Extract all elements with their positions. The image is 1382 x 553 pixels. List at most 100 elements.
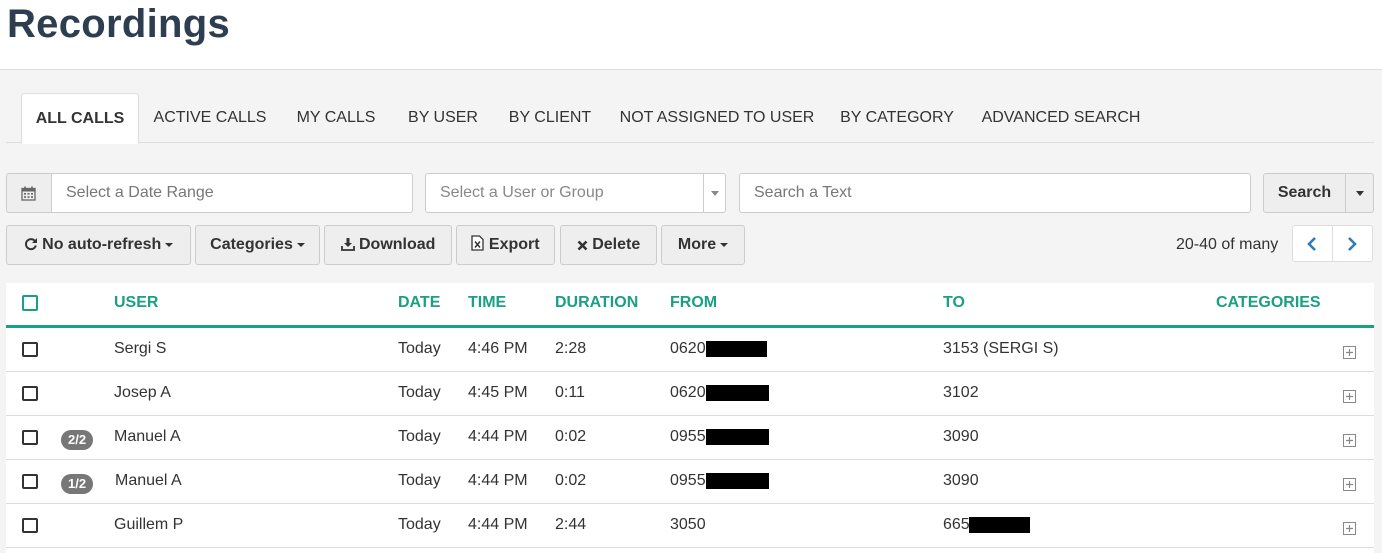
- date-range-input[interactable]: Select a Date Range: [51, 173, 413, 213]
- auto-refresh-button[interactable]: No auto-refresh: [6, 225, 191, 265]
- date-range-addon[interactable]: [6, 173, 51, 213]
- action-toolbar: No auto-refresh Categories Download Expo…: [0, 225, 1382, 265]
- column-header-date[interactable]: DATE: [398, 294, 440, 312]
- export-label: Export: [488, 236, 540, 253]
- time-cell: 4:44 PM: [468, 516, 528, 533]
- next-page-button[interactable]: [1332, 225, 1373, 262]
- from-cell: 0620: [670, 384, 706, 401]
- redaction-block: [706, 473, 769, 489]
- to-cell: 665: [943, 516, 970, 533]
- table-row[interactable]: Sergi S Today 4:46 PM 2:28 0620 3153 (SE…: [6, 328, 1374, 372]
- caret-down-icon: [165, 243, 174, 247]
- tab-bar: ALL CALLS ACTIVE CALLS MY CALLS BY USER …: [6, 93, 1374, 144]
- times-icon: [577, 240, 588, 251]
- tab-active-calls[interactable]: ACTIVE CALLS: [148, 93, 272, 143]
- from-cell: 0620: [670, 340, 706, 357]
- from-cell: 0955: [670, 428, 706, 445]
- date-cell: Today: [398, 516, 441, 533]
- from-cell: 3050: [670, 516, 706, 533]
- plus-square-icon[interactable]: [1343, 478, 1356, 491]
- column-header-duration[interactable]: DURATION: [555, 294, 638, 312]
- duration-cell: 2:44: [555, 516, 587, 533]
- duration-cell: 2:28: [555, 340, 587, 357]
- row-checkbox[interactable]: [22, 474, 38, 489]
- user-cell: Manuel A: [115, 472, 182, 489]
- caret-down-icon: [720, 243, 729, 247]
- user-cell: Manuel A: [114, 428, 181, 445]
- to-cell: 3090: [943, 428, 979, 445]
- tab-advanced-search[interactable]: ADVANCED SEARCH: [976, 93, 1146, 143]
- tab-by-category[interactable]: BY CATEGORY: [834, 93, 960, 143]
- table-row[interactable]: Josep A Today 4:45 PM 0:11 0620 3102: [6, 372, 1374, 416]
- date-cell: Today: [398, 340, 441, 357]
- tab-not-assigned-to-user[interactable]: NOT ASSIGNED TO USER: [616, 93, 818, 143]
- more-label: More: [677, 236, 717, 253]
- user-group-select[interactable]: Select a User or Group: [425, 173, 704, 213]
- segment-badge: 2/2: [61, 430, 94, 450]
- download-icon: [340, 238, 355, 251]
- plus-square-icon[interactable]: [1343, 522, 1356, 535]
- duration-cell: 0:11: [555, 384, 585, 401]
- column-header-user[interactable]: USER: [114, 294, 158, 312]
- table-header: USER DATE TIME DURATION FROM TO CATEGORI…: [6, 283, 1374, 328]
- delete-label: Delete: [592, 236, 641, 253]
- time-cell: 4:44 PM: [468, 472, 528, 489]
- download-button[interactable]: Download: [324, 225, 452, 265]
- to-cell: 3102: [943, 384, 979, 401]
- to-cell: 3153 (SERGI S): [943, 340, 1059, 357]
- column-header-to[interactable]: TO: [943, 294, 965, 312]
- caret-down-icon: [711, 191, 719, 196]
- tab-by-client[interactable]: BY CLIENT: [502, 93, 598, 143]
- row-checkbox[interactable]: [22, 342, 38, 357]
- table-row[interactable]: Guillem P Today 4:44 PM 2:44 3050 665: [6, 504, 1374, 548]
- tab-my-calls[interactable]: MY CALLS: [288, 93, 384, 143]
- search-text-input[interactable]: Search a Text: [739, 173, 1251, 213]
- caret-down-icon: [296, 243, 305, 247]
- previous-page-button[interactable]: [1292, 225, 1333, 262]
- row-checkbox[interactable]: [22, 430, 38, 445]
- column-header-categories[interactable]: CATEGORIES: [1216, 294, 1321, 312]
- recordings-table: USER DATE TIME DURATION FROM TO CATEGORI…: [6, 283, 1374, 553]
- from-cell: 0955: [670, 472, 706, 489]
- page-title: Recordings: [7, 2, 231, 46]
- user-cell: Sergi S: [114, 340, 167, 357]
- row-checkbox[interactable]: [22, 386, 38, 401]
- user-cell: Josep A: [114, 384, 171, 401]
- column-header-time[interactable]: TIME: [468, 294, 506, 312]
- time-cell: 4:46 PM: [468, 340, 528, 357]
- column-header-from[interactable]: FROM: [670, 294, 717, 312]
- date-cell: Today: [398, 384, 441, 401]
- search-options-dropdown[interactable]: [1345, 173, 1374, 213]
- auto-refresh-label: No auto-refresh: [42, 236, 162, 253]
- delete-button[interactable]: Delete: [560, 225, 657, 265]
- redaction-block: [706, 385, 769, 401]
- plus-square-icon[interactable]: [1343, 346, 1356, 359]
- main-content: ALL CALLS ACTIVE CALLS MY CALLS BY USER …: [0, 70, 1382, 553]
- redaction-block: [706, 429, 769, 445]
- user-select-dropdown-toggle[interactable]: [703, 173, 726, 213]
- segment-badge: 1/2: [61, 474, 94, 494]
- excel-file-icon: [471, 235, 485, 251]
- search-button[interactable]: Search: [1263, 173, 1346, 213]
- categories-label: Categories: [210, 236, 293, 253]
- select-all-checkbox[interactable]: [22, 295, 38, 311]
- table-row[interactable]: 2/2 Manuel A Today 4:44 PM 0:02 0955 309…: [6, 416, 1374, 460]
- time-cell: 4:45 PM: [468, 384, 528, 401]
- export-button[interactable]: Export: [456, 225, 555, 265]
- filter-bar: Select a Date Range Select a User or Gro…: [0, 173, 1382, 213]
- row-checkbox[interactable]: [22, 518, 38, 533]
- pagination-info: 20-40 of many: [1176, 236, 1279, 253]
- plus-square-icon[interactable]: [1343, 390, 1356, 403]
- tab-by-user[interactable]: BY USER: [400, 93, 486, 143]
- plus-square-icon[interactable]: [1343, 434, 1356, 447]
- categories-button[interactable]: Categories: [195, 225, 320, 265]
- more-button[interactable]: More: [661, 225, 745, 265]
- table-row[interactable]: 1/2 Manuel A Today 4:44 PM 0:02 0955 309…: [6, 460, 1374, 504]
- tab-all-calls[interactable]: ALL CALLS: [21, 93, 139, 144]
- download-label: Download: [359, 236, 436, 253]
- page-header: Recordings: [0, 0, 1382, 70]
- redaction-block: [969, 517, 1030, 533]
- time-cell: 4:44 PM: [468, 428, 528, 445]
- duration-cell: 0:02: [555, 472, 587, 489]
- duration-cell: 0:02: [555, 428, 587, 445]
